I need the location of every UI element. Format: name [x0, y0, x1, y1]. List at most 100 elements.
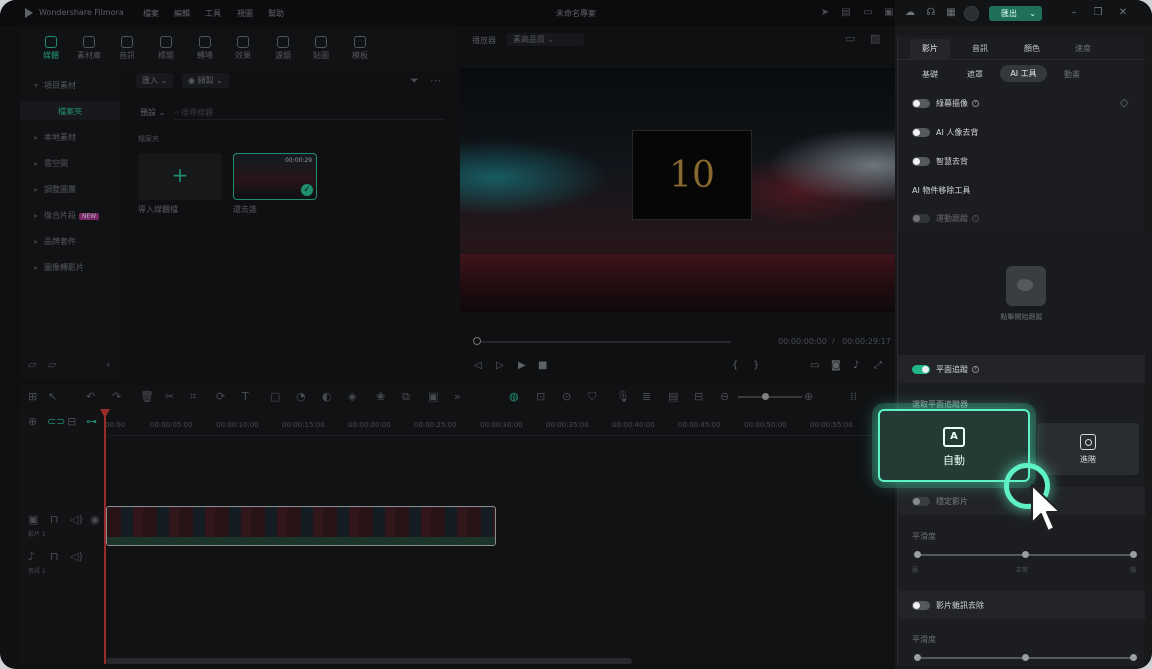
fullscreen-icon[interactable]: ⤢ — [874, 360, 882, 371]
stabilize-video-toggle[interactable] — [912, 497, 930, 506]
advanced-tracker-button[interactable]: 進階 — [1037, 423, 1139, 475]
camera-icon[interactable]: ◙ — [831, 360, 841, 371]
redo-icon[interactable]: ↷ — [112, 390, 121, 403]
green-screen-toggle[interactable] — [912, 99, 930, 108]
subtab-animation[interactable]: 動畫 — [1064, 69, 1080, 80]
scrub-bar[interactable] — [476, 341, 731, 343]
time-ruler[interactable]: 00:00 00:00:05:00 00:00:10:00 00:00:15:0… — [105, 409, 895, 436]
slider-handle[interactable] — [1022, 551, 1029, 558]
tree-item-image-to-video[interactable]: ▸ 圖像轉影片 — [34, 262, 84, 273]
grid-view-icon[interactable]: ⁞⁞ — [850, 390, 857, 403]
zoom-in-icon[interactable]: ⊕ — [804, 390, 813, 403]
tab-speed[interactable]: 速度 — [1075, 43, 1091, 54]
rotate-icon[interactable]: ⟳ — [216, 390, 225, 403]
shield-icon[interactable]: ⛉ — [588, 390, 596, 404]
lock-icon[interactable]: ⊓ — [50, 513, 59, 526]
speed-icon[interactable]: ◔ — [296, 390, 306, 403]
speaker-icon[interactable]: ◁) — [70, 513, 83, 526]
minimize-icon[interactable]: – — [1068, 7, 1080, 19]
color-icon[interactable]: ❀ — [376, 390, 385, 403]
import-dropdown[interactable]: 匯入 ⌄ — [136, 73, 174, 88]
help-icon[interactable]: ? — [972, 215, 979, 222]
group-icon[interactable]: ▣ — [428, 390, 438, 403]
headset-icon[interactable]: ☊ — [925, 7, 937, 19]
denoise-toggle[interactable] — [912, 601, 930, 610]
tab-transitions[interactable]: 轉場 — [187, 36, 223, 61]
ai-portrait-toggle[interactable] — [912, 128, 930, 137]
search-input[interactable]: ⌕ 搜尋媒體 — [174, 105, 444, 120]
video-clip[interactable] — [106, 506, 496, 546]
layout-icon[interactable]: ▭ — [862, 7, 874, 19]
image-icon[interactable]: ▨ — [870, 32, 880, 45]
tab-titles[interactable]: 標題 — [148, 36, 184, 61]
zoom-slider[interactable] — [738, 396, 802, 398]
tab-audio-props[interactable]: 音訊 — [972, 43, 988, 54]
cloud-icon[interactable]: ☁ — [904, 7, 916, 19]
display-icon[interactable]: ▭ — [845, 32, 855, 45]
track-manage-icon[interactable]: ⊟ — [67, 415, 76, 428]
export-button[interactable]: 匯出 ⌄ — [989, 6, 1042, 21]
add-track-icon[interactable]: ⊕ — [28, 415, 37, 428]
feedback-icon[interactable]: ▤ — [840, 7, 852, 19]
tree-item-folder[interactable]: 檔案夾 — [20, 102, 120, 120]
prev-frame-icon[interactable]: ◁ — [474, 360, 482, 371]
link-icon[interactable]: ⊂⊃ — [47, 415, 65, 428]
smart-cutout-toggle[interactable] — [912, 157, 930, 166]
slider-handle[interactable] — [1022, 654, 1029, 661]
quality-dropdown[interactable]: 素高品質 ⌄ — [507, 33, 584, 46]
help-icon[interactable]: ? — [972, 366, 979, 373]
subtab-mask[interactable]: 遮罩 — [967, 69, 983, 80]
import-media-tile[interactable]: + — [138, 153, 222, 200]
text-tool-icon[interactable]: T — [242, 390, 249, 403]
mark-out-icon[interactable]: } — [753, 360, 759, 371]
render-icon[interactable]: ⊡ — [536, 390, 545, 403]
tab-templates[interactable]: 模板 — [342, 36, 378, 61]
tab-filters[interactable]: 濾鏡 — [265, 36, 301, 61]
ai-icon[interactable]: ◍ — [509, 390, 519, 403]
monitor-icon[interactable]: ▭ — [810, 360, 819, 371]
more-tools-icon[interactable]: » — [454, 390, 461, 403]
cut-icon[interactable]: ✂ — [165, 390, 174, 403]
volume-icon[interactable]: ♪ — [853, 360, 859, 371]
subtitle-icon[interactable]: ▤ — [668, 390, 678, 403]
tab-media[interactable]: 媒體 — [33, 36, 69, 61]
magnet-icon[interactable]: ⊶ — [86, 415, 97, 428]
motion-track-toggle[interactable] — [912, 214, 930, 223]
tab-stickers[interactable]: 貼圖 — [303, 36, 339, 61]
detach-icon[interactable]: ⧉ — [402, 390, 410, 404]
tab-color[interactable]: 顏色 — [1024, 43, 1040, 54]
crop-icon[interactable]: ⌗ — [190, 390, 196, 404]
mic-icon[interactable]: 🎙 — [616, 390, 630, 403]
step-play-icon[interactable]: ▷ — [496, 360, 504, 371]
scrub-handle[interactable] — [473, 337, 481, 345]
subtab-ai-tools[interactable]: AI 工具 — [1000, 65, 1047, 82]
undo-icon[interactable]: ↶ — [86, 390, 95, 403]
marquee-icon[interactable]: ▢ — [270, 390, 280, 403]
play-icon[interactable]: ▶ — [518, 360, 526, 371]
more-icon[interactable]: ⋯ — [430, 74, 441, 87]
transform-icon[interactable]: ◐ — [322, 390, 332, 403]
tab-audio[interactable]: 音訊 — [109, 36, 145, 61]
tree-item-cloud[interactable]: ▸ 雲空間 — [34, 158, 68, 169]
stabilize-toggle[interactable] — [912, 365, 930, 374]
diamond-icon[interactable]: ◇ — [1120, 96, 1128, 109]
eye-icon[interactable]: ◉ — [90, 513, 100, 526]
avatar[interactable] — [964, 6, 979, 21]
gift-icon[interactable]: ▦ — [945, 7, 957, 19]
tree-item-local[interactable]: ▸ 本地素材 — [34, 132, 76, 143]
mark-in-icon[interactable]: { — [732, 360, 738, 371]
tab-video[interactable]: 影片 — [910, 39, 950, 60]
speaker-icon[interactable]: ◁) — [70, 550, 83, 563]
subtab-basic[interactable]: 基礎 — [922, 69, 938, 80]
timeline-scrollbar[interactable] — [106, 658, 632, 664]
keyframe-icon[interactable]: ◈ — [348, 390, 356, 403]
tracking-target-icon[interactable] — [1006, 266, 1046, 306]
tab-effects[interactable]: 效果 — [225, 36, 261, 61]
filter-icon[interactable]: ⏷ — [410, 74, 419, 88]
layout-grid-icon[interactable]: ⊞ — [28, 390, 37, 403]
default-dropdown[interactable]: 預設 ⌄ — [136, 105, 169, 120]
tab-stock[interactable]: 素材庫 — [71, 36, 107, 61]
lock-icon[interactable]: ⊓ — [50, 550, 59, 563]
select-tool-icon[interactable]: ↖ — [48, 390, 57, 403]
zoom-out-icon[interactable]: ⊖ — [720, 390, 729, 403]
